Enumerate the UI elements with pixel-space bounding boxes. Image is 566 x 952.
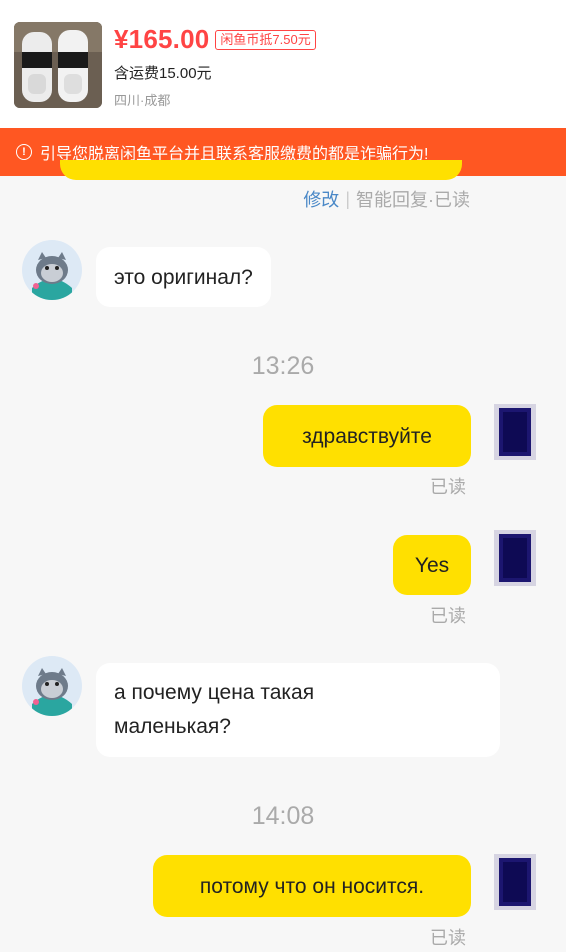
- message-status-row: 修改 | 智能回复·已读: [303, 186, 470, 212]
- message-text: потому что он носится.: [199, 874, 425, 898]
- previous-message-bubble: [60, 160, 462, 180]
- message-bubble-incoming[interactable]: это оригинал?: [96, 247, 271, 307]
- read-status: 已读: [430, 928, 466, 948]
- buyer-avatar[interactable]: [22, 656, 82, 716]
- buyer-avatar[interactable]: [22, 240, 82, 300]
- message-text: здравствуйте: [302, 424, 432, 448]
- price-row: ¥165.00 闲鱼币抵7.50元: [114, 24, 316, 55]
- timestamp: 13:26: [251, 352, 315, 380]
- message-text: а почему цена такая маленькая?: [114, 681, 315, 738]
- seller-location: 四川·成都: [114, 93, 171, 108]
- message-bubble-incoming[interactable]: а почему цена такая маленькая?: [96, 663, 500, 757]
- shipping-fee: 含运费15.00元: [114, 65, 212, 82]
- self-avatar[interactable]: [490, 850, 540, 914]
- read-status: 已读: [430, 477, 466, 497]
- message-text: это оригинал?: [114, 265, 253, 289]
- message-text: Yes: [414, 553, 450, 577]
- edit-link[interactable]: 修改: [303, 186, 339, 212]
- alert-circle-icon: !: [16, 144, 32, 160]
- read-status: 已读: [430, 606, 466, 626]
- self-avatar[interactable]: [490, 400, 540, 464]
- price: ¥165.00: [114, 24, 210, 54]
- self-avatar[interactable]: [490, 526, 540, 590]
- message-bubble-outgoing[interactable]: Yes: [393, 535, 471, 595]
- coin-discount-badge: 闲鱼币抵7.50元: [215, 29, 316, 50]
- message-bubble-outgoing[interactable]: потому что он носится.: [153, 855, 471, 917]
- separator: |: [345, 188, 350, 209]
- timestamp: 14:08: [251, 802, 315, 830]
- auto-reply-status: 智能回复·已读: [356, 190, 470, 210]
- product-header[interactable]: ¥165.00 闲鱼币抵7.50元 含运费15.00元 四川·成都: [0, 0, 566, 128]
- product-thumbnail[interactable]: [14, 22, 102, 108]
- message-bubble-outgoing[interactable]: здравствуйте: [263, 405, 471, 467]
